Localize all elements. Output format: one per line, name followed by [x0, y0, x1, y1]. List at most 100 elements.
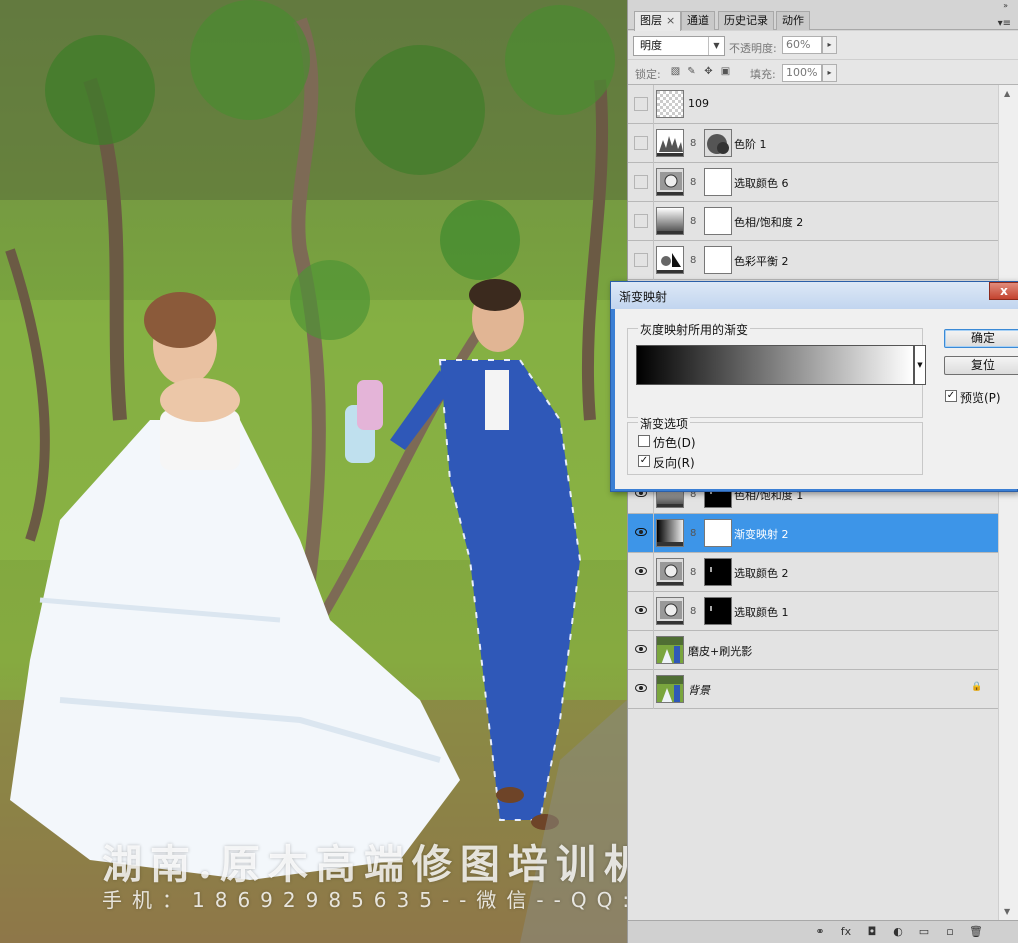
- adjustment-icon[interactable]: ◐: [890, 924, 906, 940]
- dialog-title-bar[interactable]: 渐变映射 x: [611, 282, 1018, 309]
- lock-pixels-icon[interactable]: ✎: [686, 66, 697, 77]
- tab-history[interactable]: 历史记录: [718, 11, 774, 30]
- link-icon[interactable]: 8: [690, 216, 698, 228]
- layer-row[interactable]: 8 色相/饱和度 2: [628, 202, 998, 241]
- link-icon[interactable]: 8: [690, 255, 698, 267]
- eye-icon: [635, 645, 647, 653]
- divider: [653, 241, 654, 280]
- layer-row[interactable]: 8 选取颜色 6: [628, 163, 998, 202]
- blend-mode-value: 明度: [640, 39, 662, 52]
- link-icon[interactable]: ⚭: [812, 924, 828, 940]
- visibility-toggle[interactable]: [634, 136, 648, 150]
- visibility-toggle[interactable]: [634, 253, 648, 267]
- gradient-options-title: 渐变选项: [638, 415, 691, 432]
- layer-mask-thumbnail[interactable]: [704, 129, 732, 157]
- fill-arrow-icon[interactable]: ▸: [822, 64, 837, 82]
- close-icon[interactable]: ×: [666, 14, 675, 27]
- visibility-eye-icon[interactable]: [634, 565, 648, 579]
- close-icon[interactable]: x: [989, 282, 1018, 300]
- link-icon[interactable]: 8: [690, 138, 698, 150]
- layer-thumbnail[interactable]: [656, 90, 684, 118]
- layer-thumbnail[interactable]: [656, 636, 684, 664]
- layer-name: 色彩平衡 2: [734, 255, 789, 268]
- layer-name: 磨皮+刷光影: [688, 645, 753, 658]
- layer-mask-thumbnail[interactable]: [704, 207, 732, 235]
- fill-label: 填充:: [750, 68, 776, 81]
- opacity-input[interactable]: 60%: [782, 36, 822, 54]
- visibility-toggle[interactable]: [634, 214, 648, 228]
- photo-canvas[interactable]: [0, 0, 627, 943]
- visibility-eye-icon[interactable]: [634, 604, 648, 618]
- visibility-eye-icon[interactable]: [634, 526, 648, 540]
- link-icon[interactable]: 8: [690, 528, 698, 540]
- layer-row[interactable]: 8 色阶 1: [628, 124, 998, 163]
- layer-thumbnail[interactable]: [656, 558, 684, 586]
- layer-mask-thumbnail[interactable]: [704, 597, 732, 625]
- layer-mask-thumbnail[interactable]: [704, 558, 732, 586]
- lock-position-icon[interactable]: ✥: [703, 66, 714, 77]
- layer-row[interactable]: 8 色彩平衡 2: [628, 241, 998, 280]
- link-icon[interactable]: 8: [690, 177, 698, 189]
- layer-thumbnail[interactable]: [656, 519, 684, 547]
- visibility-toggle[interactable]: [634, 175, 648, 189]
- dither-checkbox[interactable]: [638, 435, 650, 447]
- layer-mask-thumbnail[interactable]: [704, 519, 732, 547]
- ok-button[interactable]: 确定: [944, 329, 1018, 348]
- trash-icon[interactable]: 🗑: [968, 924, 984, 940]
- layer-row[interactable]: 磨皮+刷光影: [628, 631, 998, 670]
- blend-mode-select[interactable]: 明度 ▼: [633, 36, 725, 56]
- layer-thumbnail[interactable]: [656, 207, 684, 235]
- layer-name: 色阶 1: [734, 138, 767, 151]
- gradient-map-dialog: 渐变映射 x 灰度映射所用的渐变 ▼ 确定 复位 ✓ 预览(P) 渐变选项 仿色…: [610, 281, 1018, 492]
- tab-channels[interactable]: 通道: [681, 11, 715, 30]
- layer-name: 选取颜色 6: [734, 177, 789, 190]
- preview-label: 预览(P): [960, 391, 1001, 405]
- reset-button[interactable]: 复位: [944, 356, 1018, 375]
- gradient-options-group: 渐变选项 仿色(D) ✓ 反向(R): [627, 415, 923, 475]
- link-icon[interactable]: 8: [690, 606, 698, 618]
- layer-row[interactable]: 8 选取颜色 1: [628, 592, 998, 631]
- layer-list: 109 8 色阶 1 8 选取颜色 6 8 色相/饱和度 2 8 色彩平衡 2 8 色相/饱和度 1…: [628, 85, 998, 920]
- link-icon[interactable]: 8: [690, 567, 698, 579]
- layer-row[interactable]: 8 选取颜色 2: [628, 553, 998, 592]
- visibility-eye-icon[interactable]: [634, 682, 648, 696]
- tab-actions[interactable]: 动作: [776, 11, 810, 30]
- layer-name: 色相/饱和度 2: [734, 216, 804, 229]
- scroll-up-icon[interactable]: ▲: [1004, 89, 1010, 98]
- chevron-down-icon[interactable]: ▼: [914, 345, 926, 385]
- visibility-eye-icon[interactable]: [634, 643, 648, 657]
- fill-input[interactable]: 100%: [782, 64, 822, 82]
- scroll-down-icon[interactable]: ▼: [1004, 907, 1010, 916]
- layer-row[interactable]: 109: [628, 85, 998, 124]
- layer-thumbnail[interactable]: [656, 246, 684, 274]
- layer-thumbnail[interactable]: [656, 129, 684, 157]
- chevron-down-icon[interactable]: ▼: [708, 37, 724, 55]
- gradient-group: 灰度映射所用的渐变 ▼: [627, 321, 926, 418]
- panel-menu-icon[interactable]: ▾≡: [998, 18, 1011, 29]
- lock-transparency-icon[interactable]: ▧: [670, 66, 681, 77]
- new-layer-icon[interactable]: ▫: [942, 924, 958, 940]
- preview-checkbox[interactable]: ✓: [945, 390, 957, 402]
- layer-thumbnail[interactable]: [656, 597, 684, 625]
- gradient-preview[interactable]: [636, 345, 914, 385]
- tab-layers[interactable]: 图层 ×: [634, 11, 682, 31]
- layer-mask-thumbnail[interactable]: [704, 168, 732, 196]
- layer-row[interactable]: 8 渐变映射 2: [628, 514, 998, 553]
- layer-scrollbar[interactable]: ▲ ▼: [998, 85, 1018, 920]
- eye-icon: [635, 606, 647, 614]
- layer-mask-thumbnail[interactable]: [704, 246, 732, 274]
- layer-thumbnail[interactable]: [656, 168, 684, 196]
- layer-thumbnail[interactable]: [656, 675, 684, 703]
- reverse-checkbox[interactable]: ✓: [638, 455, 650, 467]
- mask-icon[interactable]: ◘: [864, 924, 880, 940]
- lock-all-icon[interactable]: ▣: [720, 66, 731, 77]
- tab-layers-label: 图层: [640, 14, 662, 27]
- layer-name: 选取颜色 1: [734, 606, 789, 619]
- visibility-toggle[interactable]: [634, 97, 648, 111]
- layer-name: 选取颜色 2: [734, 567, 789, 580]
- fx-icon[interactable]: fx: [838, 924, 854, 940]
- opacity-arrow-icon[interactable]: ▸: [822, 36, 837, 54]
- layer-row[interactable]: 背景 🔒: [628, 670, 998, 709]
- folder-icon[interactable]: ▭: [916, 924, 932, 940]
- blend-options-bar: 明度 ▼ 不透明度: 60% ▸: [628, 31, 1018, 59]
